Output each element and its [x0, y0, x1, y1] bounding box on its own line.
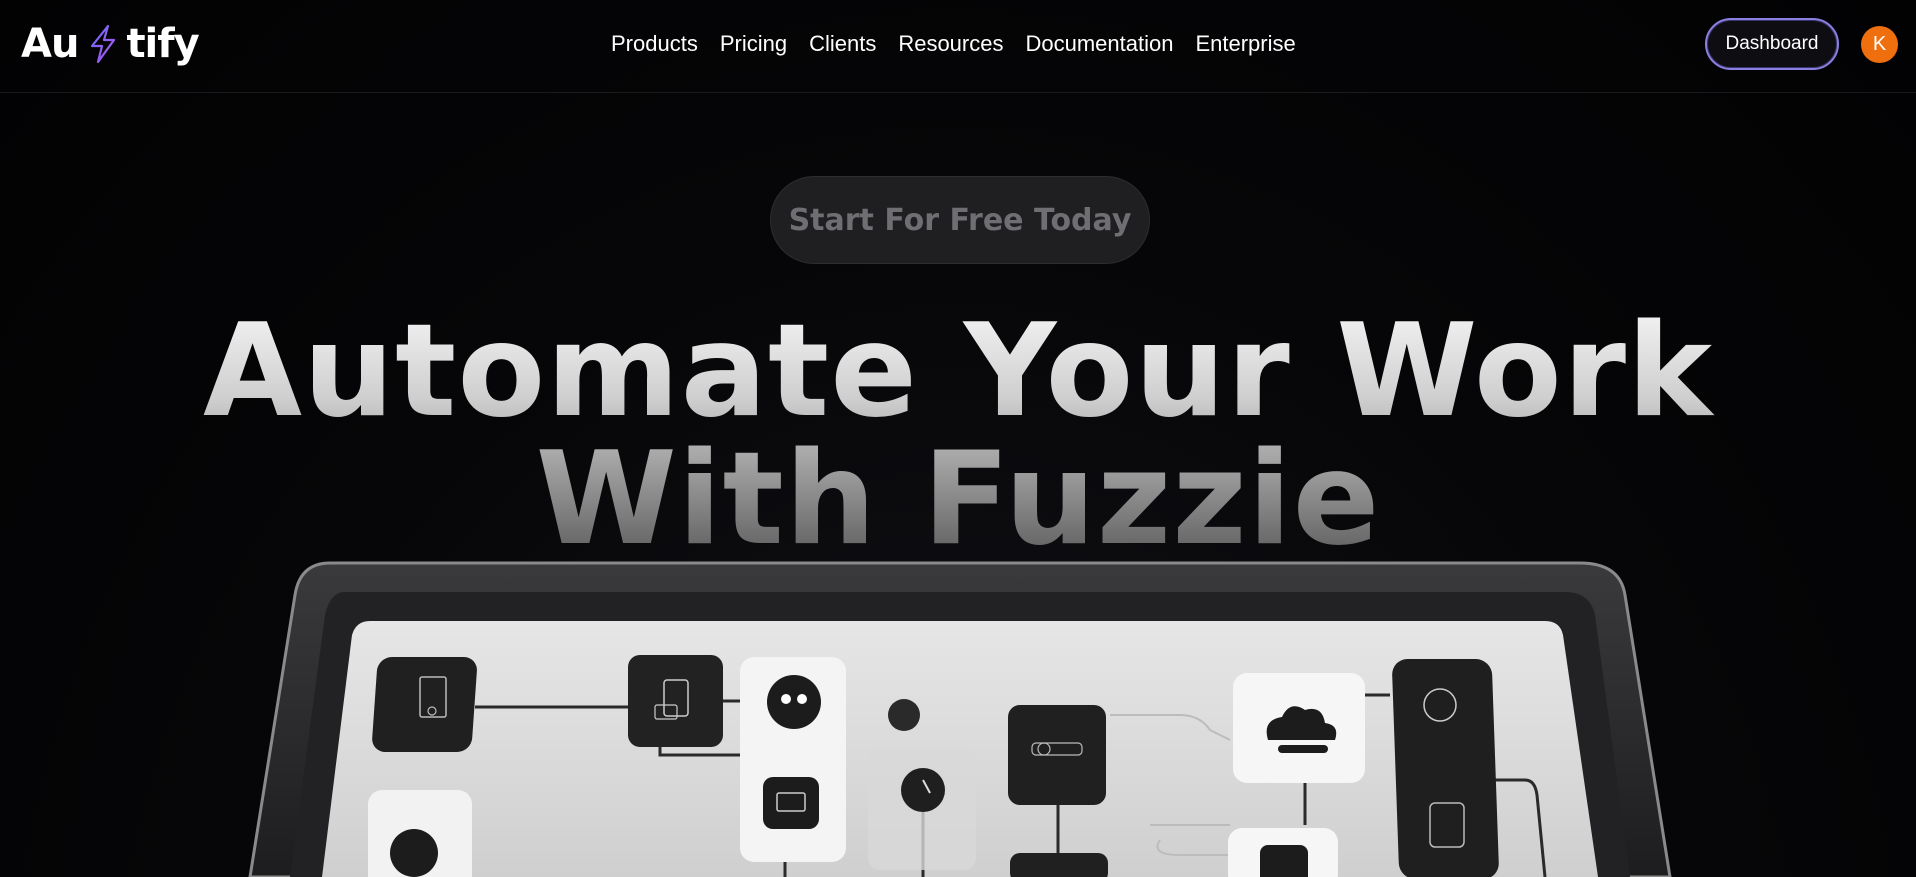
node-lower-left [368, 790, 472, 877]
node-dial [868, 750, 976, 870]
dashboard-button[interactable]: Dashboard [1705, 18, 1839, 70]
nav-link-documentation[interactable]: Documentation [1025, 26, 1173, 62]
nav-link-clients[interactable]: Clients [809, 26, 876, 62]
headline-line-1: Automate Your Work [202, 297, 1714, 446]
node-bot [740, 657, 846, 862]
node-lower-card [1228, 828, 1338, 877]
node-tall-device [1392, 659, 1499, 877]
logo-text-left: Au [21, 21, 79, 67]
avatar[interactable]: K [1861, 26, 1898, 63]
nav-link-enterprise[interactable]: Enterprise [1195, 26, 1295, 62]
workflow-illustration [248, 561, 1672, 877]
node-orb [888, 699, 920, 731]
hero-device-mockup [0, 555, 1916, 877]
node-cloud [1233, 673, 1365, 783]
nav-link-resources[interactable]: Resources [898, 26, 1003, 62]
node-document [372, 657, 477, 752]
start-free-button[interactable]: Start For Free Today [770, 176, 1150, 264]
nav-links: Products Pricing Clients Resources Docum… [611, 26, 1318, 62]
lightning-bolt-icon [86, 24, 120, 64]
logo[interactable]: Au tify [21, 18, 200, 70]
nav-link-products[interactable]: Products [611, 26, 698, 62]
nav-link-pricing[interactable]: Pricing [720, 26, 787, 62]
logo-text-right: tify [126, 21, 199, 67]
node-phone [628, 655, 723, 747]
hero-headline: Automate Your Work With Fuzzie [0, 308, 1916, 564]
headline-line-2: With Fuzzie [535, 425, 1381, 574]
top-navbar: Au tify Products Pricing Clients Resourc… [0, 0, 1916, 93]
